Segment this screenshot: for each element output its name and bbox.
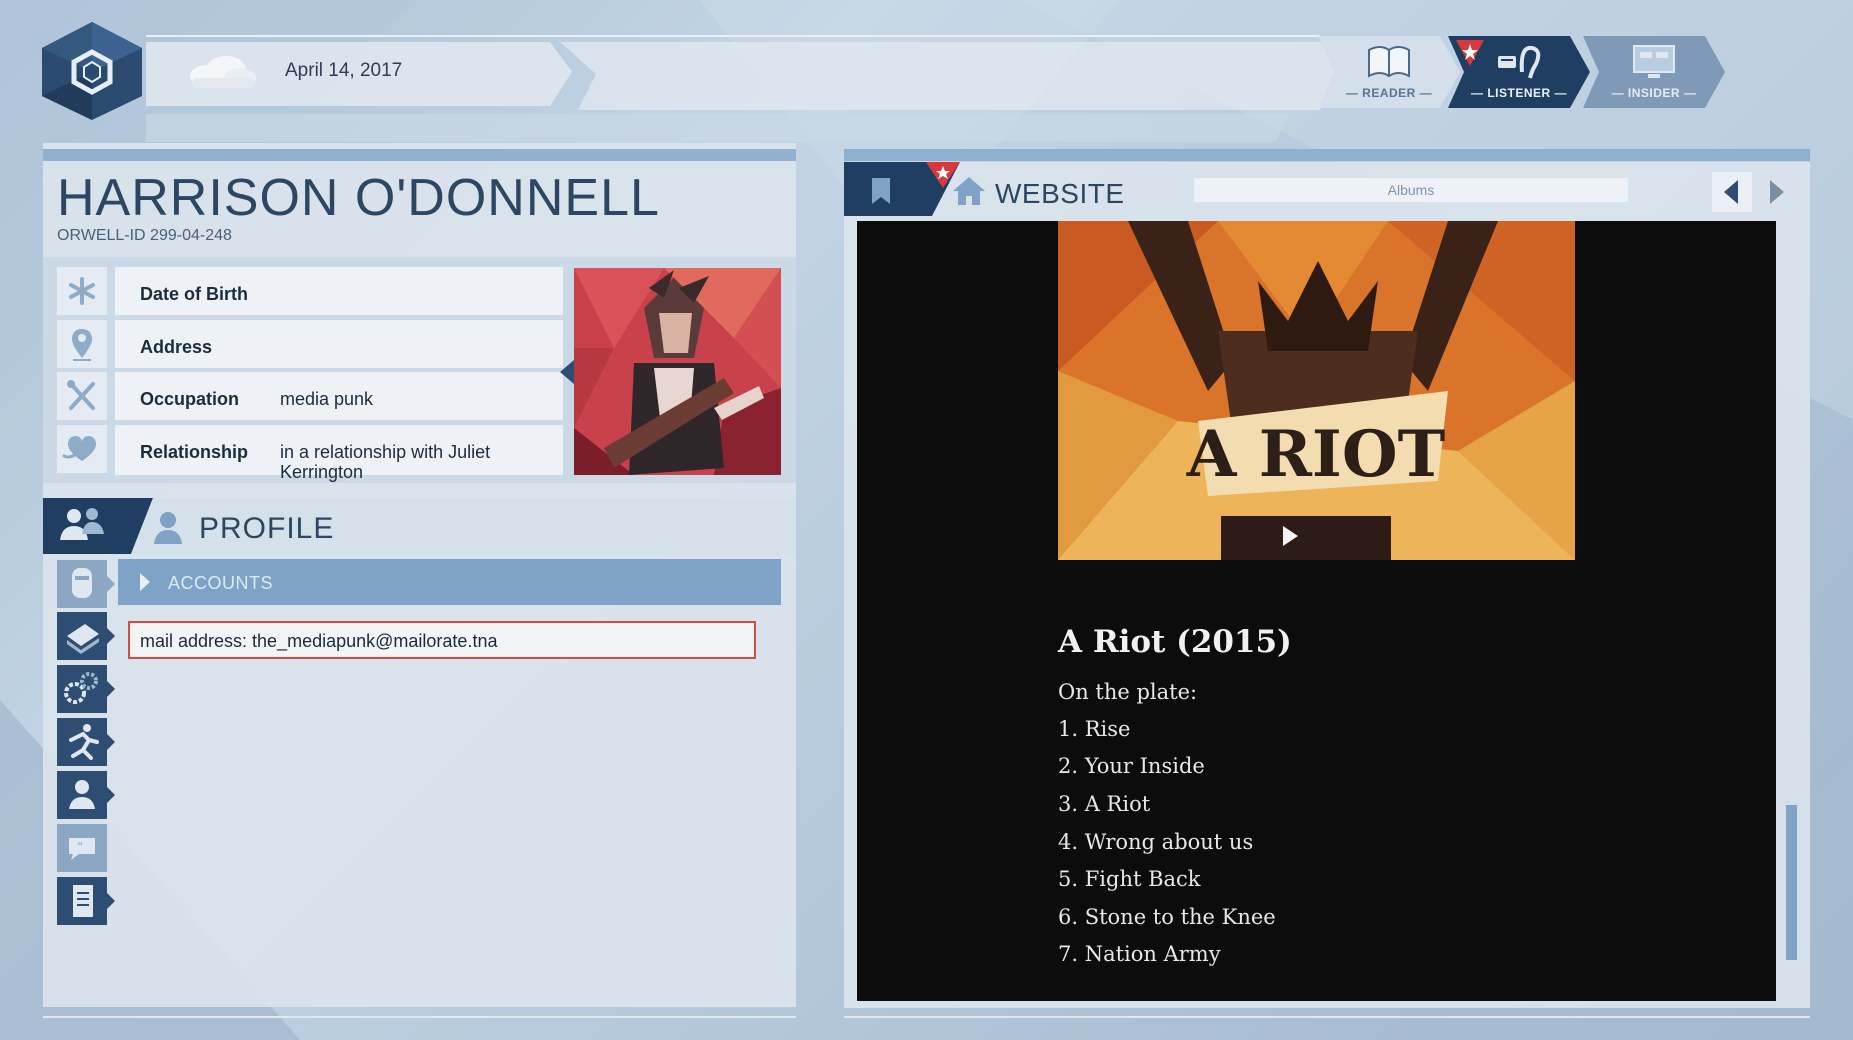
location-pin-icon <box>71 329 93 361</box>
tools-icon <box>67 380 95 410</box>
info-label: Relationship <box>140 442 249 462</box>
speech-bubble-icon: “ <box>69 838 95 860</box>
weather-cloud-icon <box>190 56 256 88</box>
current-date: April 14, 2017 <box>285 60 403 81</box>
person-name: HARRISON O'DONNELL <box>57 169 660 227</box>
album-title: A Riot (2015) <box>1058 624 1292 660</box>
info-value: in a relationship with Juliet Kerrington <box>280 442 491 482</box>
info-row-date-of-birth: Date of Birth <box>115 267 563 315</box>
info-label: Address <box>140 337 213 357</box>
back-button[interactable] <box>1712 172 1752 212</box>
info-row-relationship: Relationship in a relationship with Juli… <box>115 425 563 482</box>
track-item: 2. Your Inside <box>1058 754 1205 778</box>
track-item: 3. A Riot <box>1058 792 1151 816</box>
gears-icon <box>64 672 115 704</box>
date-of-birth-icon-cell <box>57 267 107 315</box>
tab-listener[interactable]: — LISTENER — <box>1448 36 1590 108</box>
svg-text:“: “ <box>77 840 83 854</box>
info-row-address: Address <box>115 320 563 368</box>
website-panel-footer-line <box>844 1016 1810 1018</box>
category-activity-button[interactable] <box>57 718 115 766</box>
category-books-button[interactable] <box>57 612 115 660</box>
bookmark-tab[interactable] <box>844 162 960 216</box>
portrait-pointer-icon <box>560 360 574 384</box>
track-item: 5. Fight Back <box>1058 867 1201 891</box>
info-label: Occupation <box>140 389 240 409</box>
info-value: media punk <box>280 389 374 409</box>
orwell-logo[interactable] <box>38 20 146 122</box>
accounts-label: ACCOUNTS <box>168 573 274 593</box>
track-item: 4. Wrong about us <box>1058 830 1254 854</box>
website-scrollbar[interactable] <box>1786 805 1797 960</box>
tab-insider-label: — INSIDER — <box>1611 86 1697 100</box>
person-portrait[interactable] <box>574 268 781 475</box>
group-icon[interactable] <box>58 506 106 544</box>
person-icon <box>154 512 182 544</box>
book-icon <box>1368 46 1410 78</box>
address-icon-cell <box>57 320 107 368</box>
profile-title: PROFILE <box>199 512 335 545</box>
ear-icon <box>1498 45 1541 79</box>
heart-icon <box>61 436 97 461</box>
top-bar <box>146 35 1340 142</box>
running-icon <box>69 724 115 760</box>
track-item: 1. Rise <box>1058 717 1131 741</box>
tab-reader-label: — READER — <box>1345 86 1433 100</box>
track-item: 6. Stone to the Knee <box>1058 905 1276 929</box>
asterisk-icon <box>69 277 95 305</box>
orwell-id: ORWELL-ID 299-04-248 <box>57 227 232 244</box>
info-row-occupation: Occupation media punk <box>115 372 563 420</box>
track-item: 7. Nation Army <box>1058 942 1221 966</box>
document-icon <box>73 885 115 917</box>
home-icon[interactable] <box>952 175 986 207</box>
category-face-button[interactable] <box>57 560 115 608</box>
chevron-right-icon <box>140 573 150 591</box>
album-cover-text: A RIOT <box>1186 417 1445 492</box>
album-cover-image[interactable]: A RIOT <box>1058 221 1575 560</box>
mail-address-text: mail address: the_mediapunk@mailorate.tn… <box>140 631 498 651</box>
monitor-icon <box>1633 45 1675 78</box>
tracklist-intro: On the plate: <box>1058 680 1198 704</box>
website-panel-header-line <box>844 149 1810 161</box>
category-messages-button[interactable]: “ <box>57 824 107 872</box>
address-bar[interactable]: Albums <box>1194 178 1628 202</box>
relationship-icon-cell <box>57 425 107 473</box>
profile-panel-footer-line <box>43 1016 796 1018</box>
mail-address-entry[interactable]: mail address: the_mediapunk@mailorate.tn… <box>128 621 756 659</box>
person-contact-icon <box>69 780 115 809</box>
profile-panel-header-line <box>43 149 796 161</box>
occupation-icon-cell <box>57 372 107 420</box>
tab-reader[interactable]: — READER — <box>1318 36 1460 108</box>
tab-listener-label: — LISTENER — <box>1470 86 1567 100</box>
alert-star-badge-icon <box>1456 40 1484 66</box>
face-icon <box>72 568 115 598</box>
accounts-section-header[interactable]: ACCOUNTS <box>118 559 781 605</box>
tab-insider[interactable]: — INSIDER — <box>1583 36 1725 108</box>
category-documents-button[interactable] <box>57 877 115 925</box>
address-bar-text: Albums <box>1387 182 1435 198</box>
website-title: WEBSITE <box>995 178 1125 209</box>
info-label: Date of Birth <box>140 284 248 304</box>
books-icon <box>67 624 115 654</box>
category-settings-button[interactable] <box>57 665 115 713</box>
category-contacts-button[interactable] <box>57 771 115 819</box>
arrow-left-icon <box>1724 180 1738 204</box>
arrow-right-icon <box>1770 180 1784 204</box>
forward-button[interactable] <box>1756 172 1796 212</box>
